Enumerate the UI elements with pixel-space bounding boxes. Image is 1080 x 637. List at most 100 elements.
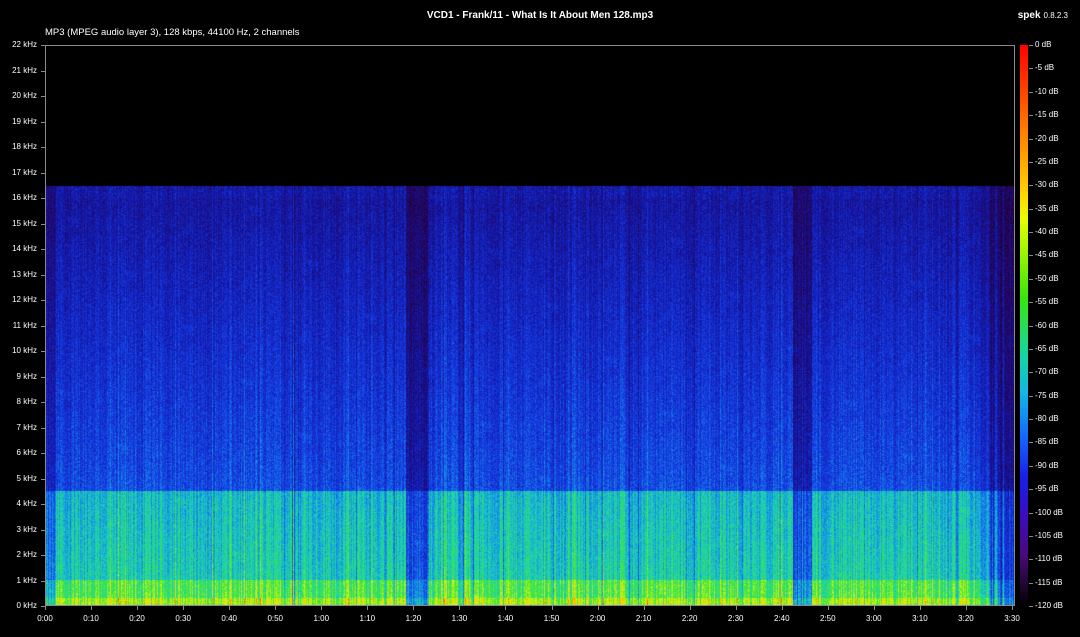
db-tick-label: -95 dB [1035, 484, 1059, 494]
frequency-tick [41, 478, 45, 480]
db-tick-label: -60 dB [1035, 320, 1059, 330]
db-tick [1029, 489, 1033, 491]
db-colorbar [1020, 45, 1028, 606]
db-tick [1029, 208, 1033, 210]
frequency-tick-label: 17 kHz [12, 167, 37, 177]
frequency-tick [41, 223, 45, 225]
app-name: spek [1017, 10, 1041, 21]
time-tick-label: 1:50 [543, 614, 560, 623]
time-tick [827, 606, 829, 610]
db-tick-label: -35 dB [1035, 203, 1059, 213]
file-info: MP3 (MPEG audio layer 3), 128 kbps, 4410… [45, 27, 300, 38]
db-tick [1029, 582, 1033, 584]
frequency-tick [41, 351, 45, 352]
frequency-tick [41, 529, 45, 531]
time-tick-label: 0:40 [221, 614, 237, 623]
db-tick-label: -55 dB [1035, 297, 1059, 307]
time-tick-label: 3:10 [912, 614, 928, 623]
db-tick [1029, 419, 1033, 420]
frequency-tick-label: 5 kHz [16, 473, 37, 483]
frequency-tick-label: 13 kHz [12, 269, 37, 279]
spectrogram-canvas [46, 46, 1014, 605]
frequency-tick [41, 147, 45, 148]
frequency-tick-label: 15 kHz [12, 218, 37, 228]
time-tick [551, 606, 553, 610]
time-tick [781, 606, 783, 610]
frequency-tick [41, 96, 45, 97]
frequency-tick [41, 376, 45, 378]
db-tick-label: 0 dB [1035, 40, 1052, 49]
time-tick [965, 606, 967, 610]
db-tick [1029, 302, 1033, 304]
db-tick-label: -70 dB [1035, 367, 1059, 377]
frequency-tick-label: 0 kHz [16, 601, 37, 610]
frequency-tick-label: 16 kHz [12, 193, 37, 202]
time-tick [505, 606, 507, 610]
frequency-tick [41, 580, 45, 582]
spectrogram-plot [45, 45, 1015, 606]
db-tick [1029, 372, 1033, 374]
time-tick-label: 2:10 [635, 614, 652, 623]
db-tick-label: -25 dB [1035, 156, 1059, 166]
time-tick [91, 606, 93, 610]
time-tick [643, 606, 645, 610]
time-tick-label: 3:30 [1004, 614, 1020, 623]
db-tick-label: -5 dB [1035, 63, 1055, 73]
db-tick [1029, 45, 1033, 46]
frequency-tick [41, 325, 45, 327]
time-tick [183, 606, 185, 610]
db-tick [1029, 138, 1033, 140]
db-tick-label: -20 dB [1035, 133, 1059, 143]
frequency-tick-label: 11 kHz [12, 320, 37, 330]
time-tick-label: 2:20 [681, 614, 698, 623]
db-tick [1029, 559, 1033, 561]
frequency-tick [41, 249, 45, 250]
frequency-tick-label: 9 kHz [16, 371, 37, 381]
db-tick-label: -110 dB [1035, 554, 1063, 564]
frequency-tick-label: 22 kHz [12, 40, 37, 49]
db-tick [1029, 185, 1033, 187]
frequency-tick-label: 6 kHz [16, 448, 37, 457]
time-tick [597, 606, 599, 610]
time-tick [459, 606, 461, 610]
time-tick [321, 606, 323, 610]
db-tick-label: -75 dB [1035, 390, 1059, 400]
time-tick-label: 1:20 [405, 614, 422, 623]
frequency-tick [41, 70, 45, 72]
app-version: 0.8.2.3 [1043, 11, 1068, 20]
time-tick [413, 606, 415, 610]
time-tick-label: 0:10 [83, 614, 99, 623]
time-tick-label: 1:30 [451, 614, 468, 623]
db-tick [1029, 161, 1033, 163]
frequency-tick [41, 274, 45, 276]
db-tick-label: -15 dB [1035, 110, 1059, 120]
db-tick [1029, 348, 1033, 350]
frequency-tick [41, 45, 45, 46]
time-tick [367, 606, 369, 610]
frequency-tick [41, 172, 45, 174]
time-tick-label: 3:20 [958, 614, 974, 623]
db-tick-label: -50 dB [1035, 273, 1059, 283]
db-tick [1029, 535, 1033, 537]
frequency-tick [41, 402, 45, 403]
time-tick-label: 1:10 [359, 614, 376, 623]
time-tick-label: 1:00 [313, 614, 330, 623]
db-tick [1029, 115, 1033, 117]
time-tick [1012, 606, 1013, 610]
db-tick [1029, 465, 1033, 467]
db-tick-label: -100 dB [1035, 507, 1064, 517]
frequency-tick-label: 18 kHz [12, 142, 37, 151]
time-tick-label: 0:30 [175, 614, 191, 623]
time-tick-label: 0:20 [129, 614, 145, 623]
db-tick-label: -40 dB [1035, 227, 1059, 236]
frequency-tick-label: 2 kHz [16, 550, 37, 559]
time-tick-label: 0:50 [267, 614, 284, 623]
db-tick [1029, 278, 1033, 280]
db-tick-label: -85 dB [1035, 437, 1059, 447]
time-tick-label: 2:00 [589, 614, 606, 623]
time-tick-label: 3:00 [866, 614, 882, 623]
time-tick-label: 2:50 [820, 614, 836, 623]
db-tick-label: -105 dB [1035, 530, 1064, 540]
db-tick [1029, 512, 1033, 514]
time-tick-label: 1:40 [497, 614, 514, 623]
